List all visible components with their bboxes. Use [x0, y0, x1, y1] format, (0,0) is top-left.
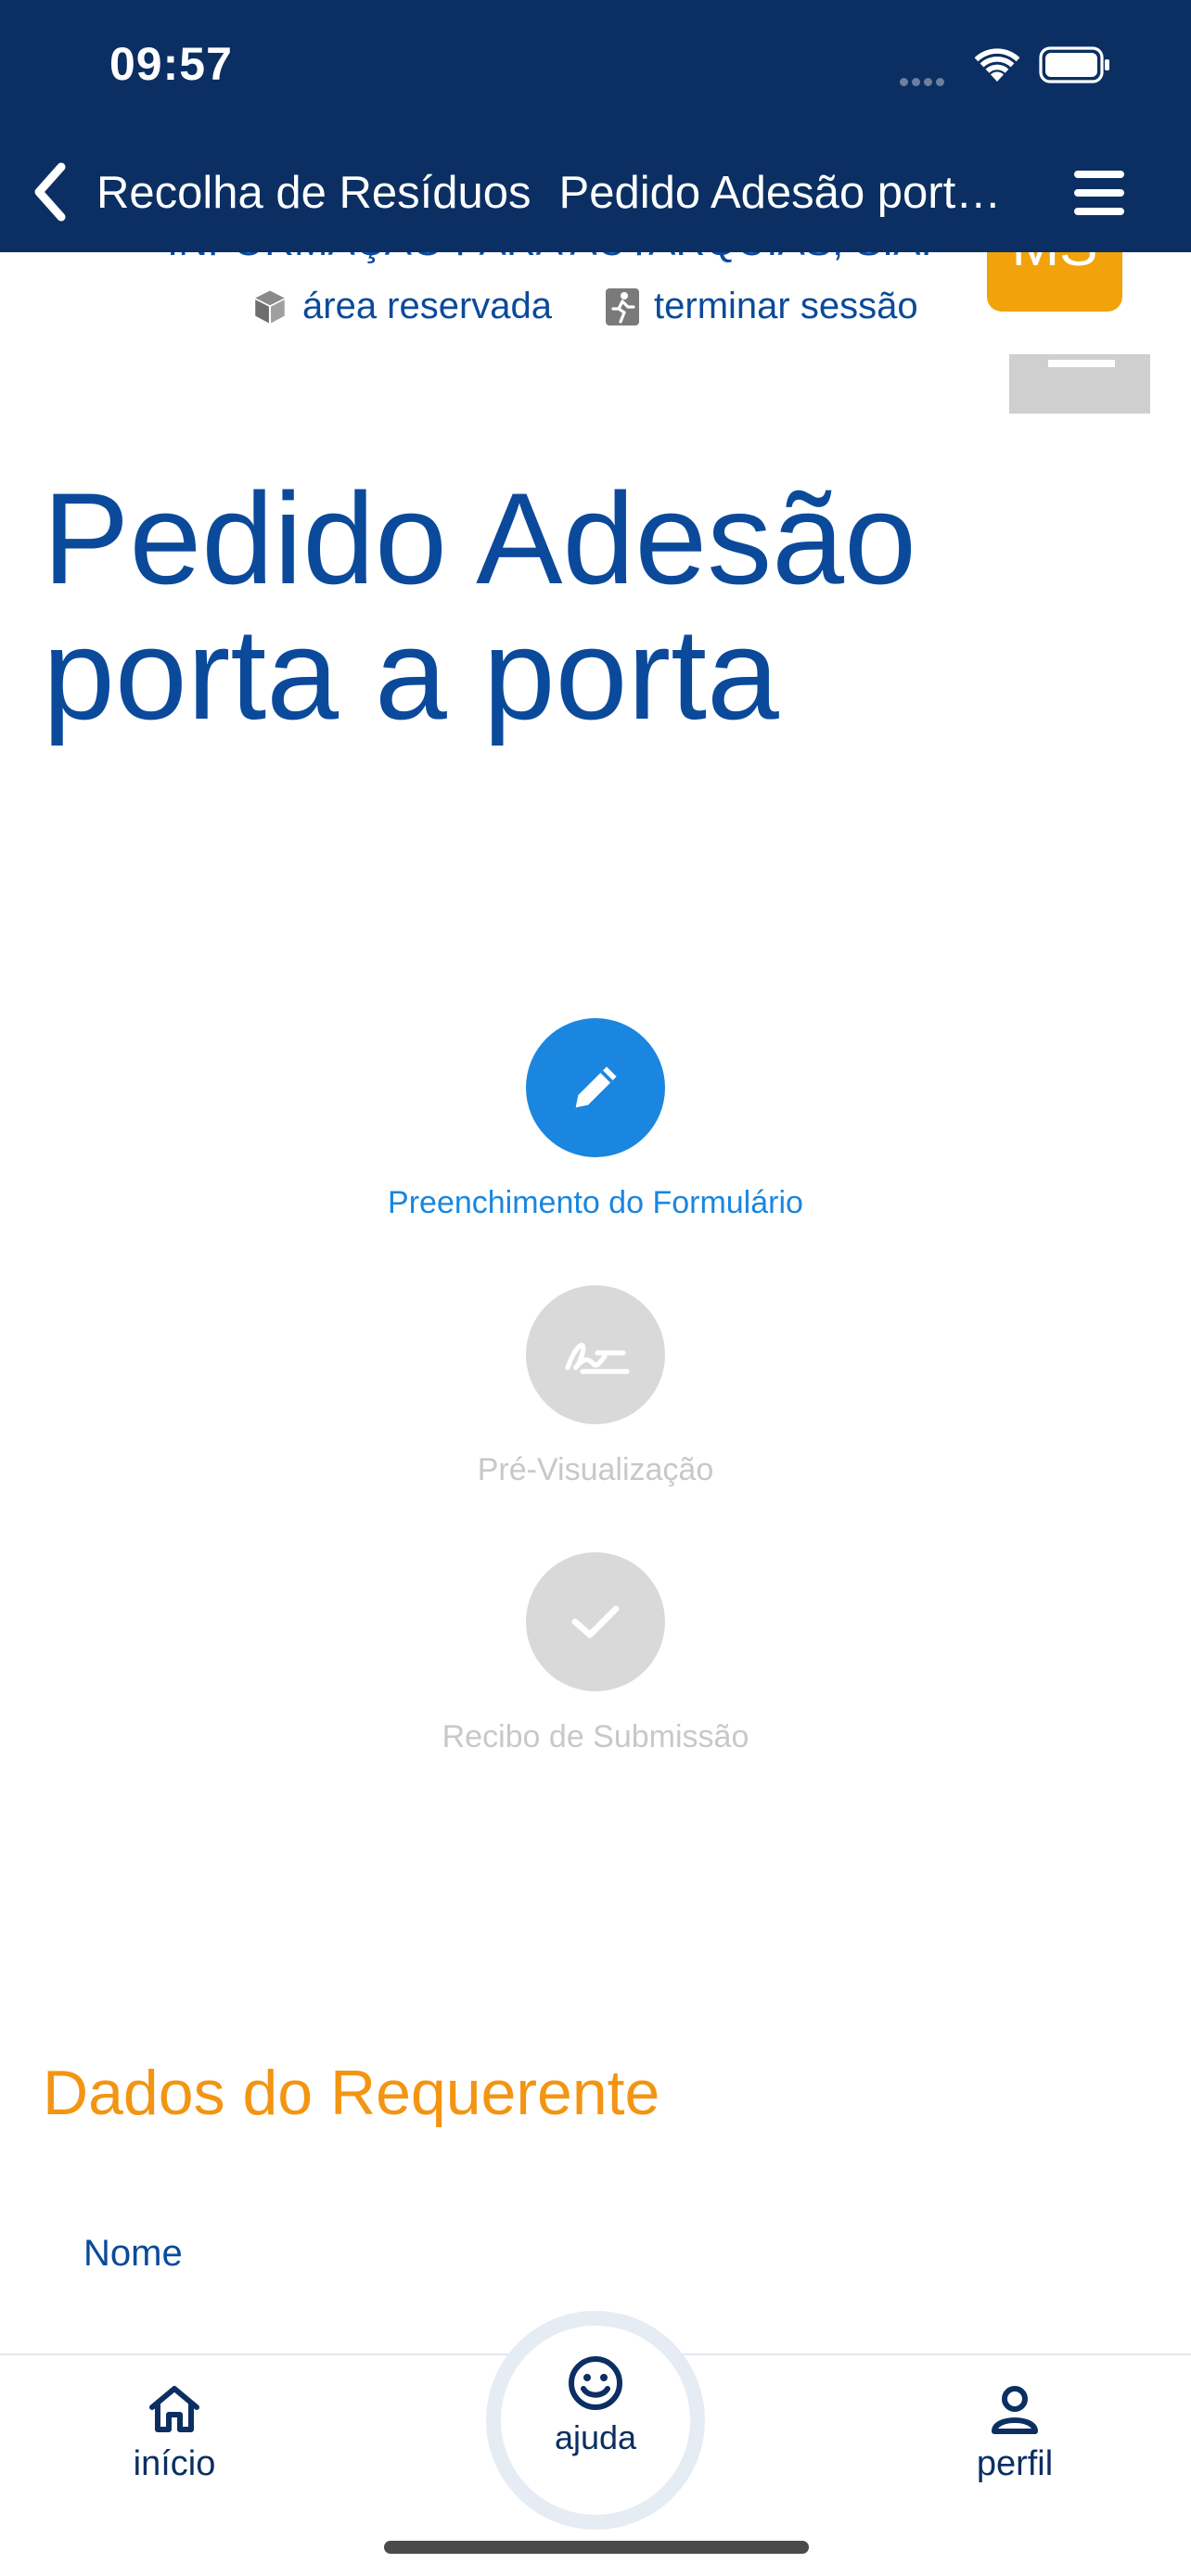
- nav-breadcrumb[interactable]: Recolha de Resíduos: [96, 168, 531, 218]
- cellular-signal-icon: [900, 74, 955, 86]
- section-title-applicant-data: Dados do Requerente: [43, 2058, 660, 2128]
- hamburger-menu-icon[interactable]: [1074, 171, 1132, 215]
- step-circle-inactive: [526, 1285, 665, 1424]
- check-icon: [571, 1605, 620, 1639]
- logout-label: terminar sessão: [654, 286, 918, 326]
- step-label: Pré-Visualização: [477, 1452, 714, 1487]
- status-time: 09:57: [109, 38, 233, 90]
- page-title: Pedido Adesão porta a porta: [43, 471, 1063, 742]
- help-button[interactable]: ajuda: [486, 2311, 705, 2530]
- home-indicator[interactable]: [384, 2541, 809, 2554]
- smiley-icon: [569, 2356, 622, 2410]
- person-icon: [992, 2386, 1038, 2434]
- back-chevron-icon[interactable]: [28, 159, 74, 224]
- home-icon: [149, 2386, 199, 2432]
- tab-home[interactable]: início: [82, 2383, 267, 2484]
- wifi-icon: [974, 48, 1020, 82]
- signature-icon: [565, 1343, 630, 1374]
- web-menu-toggle[interactable]: [1009, 354, 1150, 414]
- reserved-area-label: área reservada: [302, 286, 553, 326]
- exit-icon: [606, 287, 640, 325]
- box-icon: [255, 290, 285, 323]
- nav-page-title: Pedido Adesão port…: [558, 168, 1002, 218]
- tab-profile-label: perfil: [976, 2444, 1054, 2483]
- nav-title: Recolha de Resíduos Pedido Adesão port…: [96, 167, 1024, 219]
- app-screen: INFORMAÇÃO PARA AUTARQUIAS, S.A. MS área…: [0, 0, 1191, 2576]
- step-form-fill[interactable]: Preenchimento do Formulário: [0, 1018, 1191, 1221]
- top-bar: 09:57 Recolha de Resíduos Pedido Adesão p…: [0, 0, 1191, 252]
- name-field-label: Nome: [83, 2233, 183, 2274]
- page-title-line2: porta a porta: [43, 601, 779, 746]
- account-links: área reservada terminar sessão: [250, 286, 970, 327]
- step-label: Preenchimento do Formulário: [388, 1185, 803, 1220]
- reserved-area-link[interactable]: área reservada: [250, 286, 552, 327]
- step-circle-inactive: [526, 1552, 665, 1691]
- step-label: Recibo de Submissão: [442, 1719, 749, 1754]
- pencil-icon: [575, 1066, 617, 1108]
- battery-icon: [1039, 46, 1109, 83]
- step-circle-active: [526, 1018, 665, 1157]
- help-button-inner: ajuda: [501, 2326, 690, 2515]
- step-preview[interactable]: Pré-Visualização: [0, 1285, 1191, 1488]
- page-title-line1: Pedido Adesão: [43, 465, 916, 611]
- help-label: ajuda: [554, 2418, 637, 2456]
- tab-profile[interactable]: perfil: [922, 2383, 1108, 2484]
- tab-home-label: início: [133, 2444, 216, 2483]
- step-receipt[interactable]: Recibo de Submissão: [0, 1552, 1191, 1755]
- logout-link[interactable]: terminar sessão: [604, 286, 918, 327]
